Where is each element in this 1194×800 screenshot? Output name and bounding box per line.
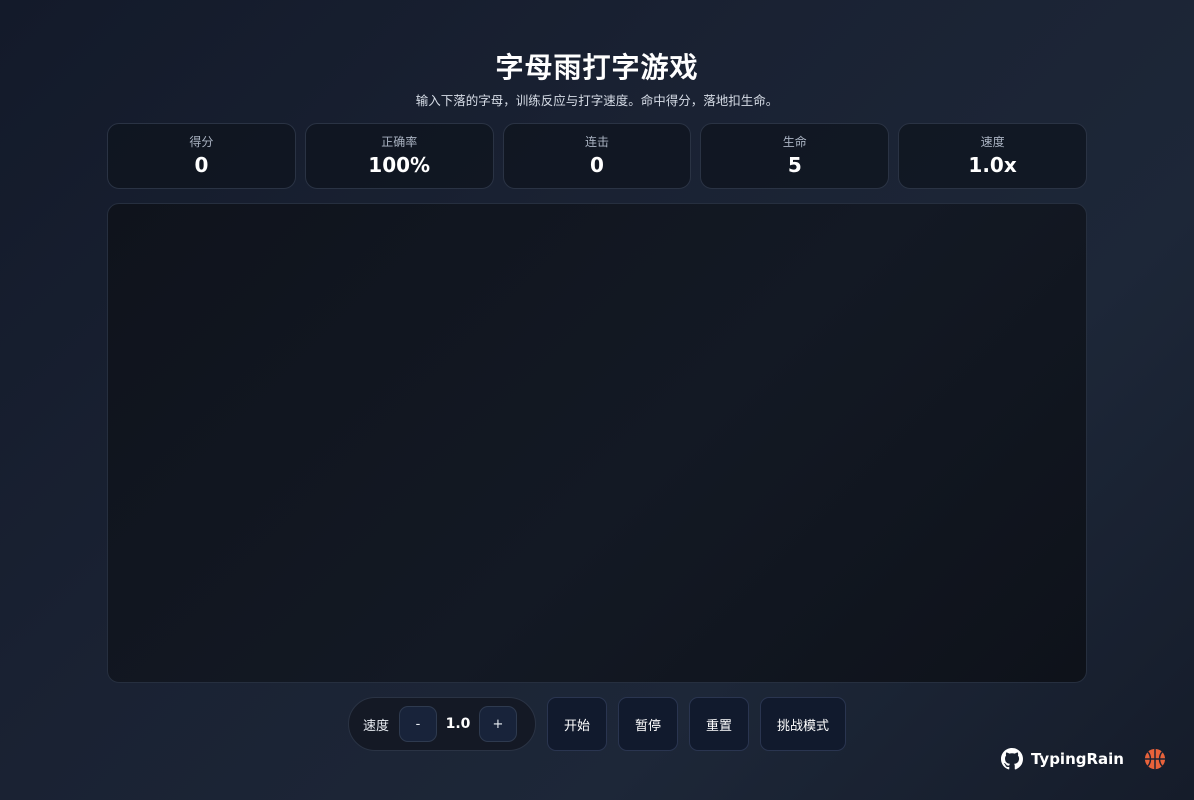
stats-bar: 得分 0 正确率 100% 连击 0 生命 5 速度 1.0x [107,123,1087,189]
stat-combo: 连击 0 [502,123,692,189]
stat-value: 1.0x [968,153,1017,177]
start-button[interactable]: 开始 [546,697,607,751]
stat-score: 得分 0 [107,123,296,189]
stat-label: 生命 [782,135,807,149]
basketball-icon[interactable] [1144,748,1166,770]
game-playfield[interactable] [107,203,1087,683]
speed-increase-button[interactable]: + [478,706,517,742]
reset-button[interactable]: 重置 [689,697,750,751]
stat-lives: 生命 5 [700,123,890,189]
footer: TypingRain [1000,748,1166,770]
stat-label: 连击 [584,135,609,149]
challenge-mode-button[interactable]: 挑战模式 [760,697,847,751]
speed-value: 1.0 [445,716,471,732]
github-icon[interactable] [1000,748,1023,770]
stat-label: 得分 [189,135,214,149]
stat-label: 正确率 [381,135,418,149]
control-bar: 速度 - 1.0 + 开始 暂停 重置 挑战模式 [0,697,1194,753]
stat-speed: 速度 1.0x [898,123,1087,189]
speed-decrease-button[interactable]: - [398,706,437,742]
stat-accuracy: 正确率 100% [304,123,494,189]
speed-control: 速度 - 1.0 + [347,697,536,751]
page-subtitle: 输入下落的字母，训练反应与打字速度。命中得分，落地扣生命。 [415,93,779,108]
stat-value: 5 [787,153,802,177]
speed-label: 速度 [362,718,389,734]
stat-label: 速度 [980,135,1005,149]
brand-name[interactable]: TypingRain [1031,750,1124,768]
stat-value: 0 [194,153,209,177]
page-title: 字母雨打字游戏 [495,51,699,84]
stat-value: 0 [590,153,604,177]
stat-value: 100% [368,153,431,177]
pause-button[interactable]: 暂停 [617,697,678,751]
